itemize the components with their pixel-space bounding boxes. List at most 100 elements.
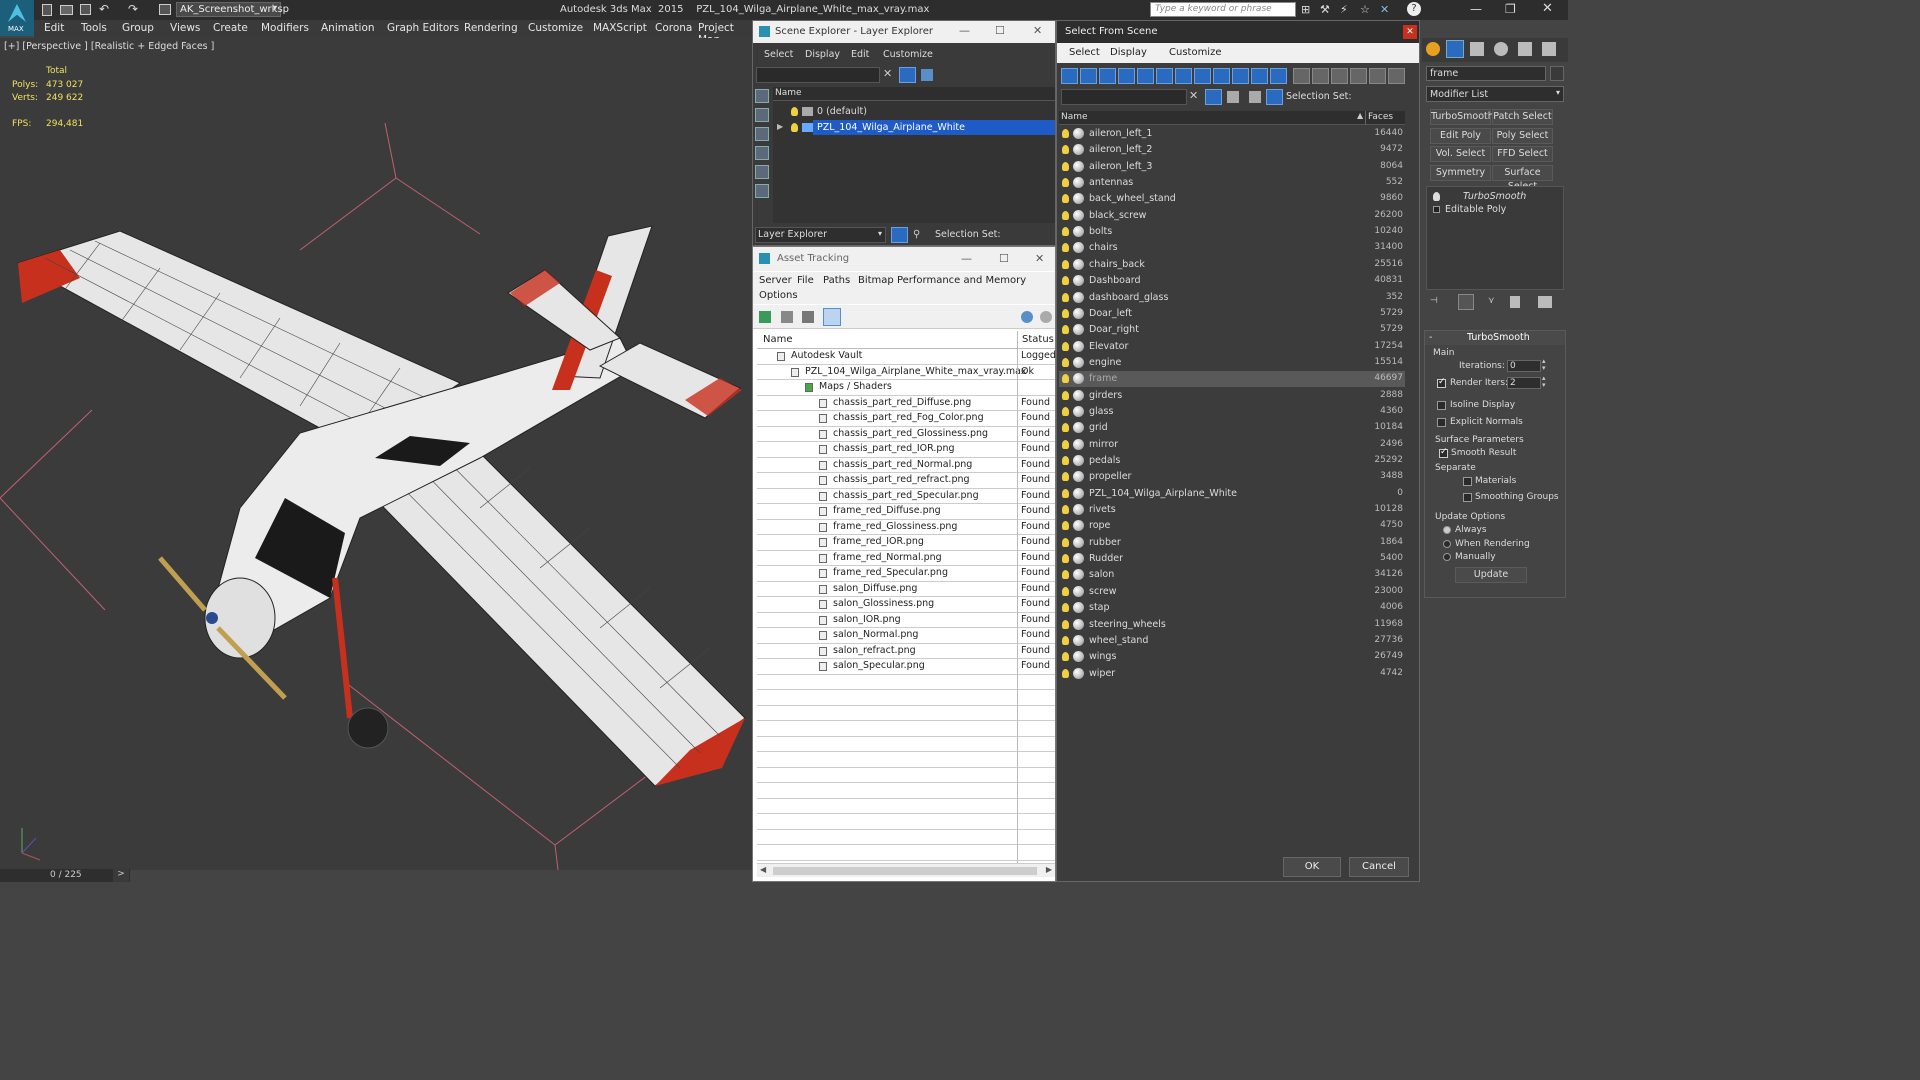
show-end-result-icon[interactable]: [1458, 294, 1474, 310]
menu-customize[interactable]: Customize: [528, 22, 583, 34]
make-unique-icon[interactable]: ⋎: [1488, 296, 1500, 308]
filter-xrefs-icon[interactable]: [1194, 68, 1211, 84]
filter-search-input[interactable]: [756, 67, 880, 83]
motion-tab-icon[interactable]: [1494, 42, 1508, 56]
rollout-header[interactable]: - TurboSmooth: [1425, 331, 1565, 345]
filter-toggle-icon[interactable]: [899, 67, 916, 83]
visibility-bulb-icon[interactable]: [1062, 406, 1069, 416]
visibility-bulb-icon[interactable]: [1062, 456, 1069, 465]
maximize-button[interactable]: ☐: [999, 252, 1009, 265]
visibility-bulb-icon[interactable]: [1062, 243, 1069, 253]
object-row[interactable]: rubber 1864: [1059, 535, 1405, 551]
spinner-arrows-icon[interactable]: ▴ ▾: [1542, 358, 1546, 372]
filter-groups-icon[interactable]: [1175, 68, 1192, 84]
time-slider[interactable]: 0 / 225: [0, 869, 130, 882]
filter-select-none-icon[interactable]: [1369, 68, 1386, 84]
asset-row[interactable]: chassis_part_red_Fog_Color.png Found: [757, 411, 1055, 427]
render-iters-spinner[interactable]: 2: [1507, 377, 1541, 389]
filter-invert-display-icon[interactable]: [1331, 68, 1348, 84]
filter-cameras-icon[interactable]: [1118, 68, 1135, 84]
scroll-left-icon[interactable]: ◀: [760, 865, 766, 874]
asset-row[interactable]: frame_red_IOR.png Found: [757, 535, 1055, 551]
select-from-scene-titlebar[interactable]: Select From Scene ✕: [1057, 21, 1419, 43]
redo-icon[interactable]: ↷: [128, 2, 138, 16]
filter-containers-icon[interactable]: [1232, 68, 1249, 84]
visibility-bulb-icon[interactable]: [1062, 472, 1069, 482]
layer-row[interactable]: ▶ PZL_104_Wilga_Airplane_White: [773, 120, 1055, 135]
filter-bones-icon[interactable]: [1213, 68, 1230, 84]
asset-row[interactable]: chassis_part_red_Specular.png Found: [757, 489, 1055, 504]
visibility-bulb-icon[interactable]: [1062, 292, 1069, 302]
filter-display-none-icon[interactable]: [1312, 68, 1329, 84]
turbosmooth-button[interactable]: TurboSmooth: [1430, 109, 1494, 125]
menu-select[interactable]: Select: [764, 49, 793, 60]
clear-find-icon[interactable]: ✕: [1189, 89, 1198, 102]
minimize-button[interactable]: —: [961, 252, 972, 265]
hierarchy-icon[interactable]: ⚲: [913, 229, 925, 241]
menu-edit[interactable]: Edit: [851, 49, 869, 60]
object-row[interactable]: frame 46697: [1059, 371, 1405, 388]
object-row[interactable]: stap 4006: [1059, 600, 1405, 616]
list-view-icon[interactable]: [781, 311, 793, 323]
visibility-bulb-icon[interactable]: [1062, 374, 1069, 384]
menu-corona[interactable]: Corona: [655, 22, 692, 34]
separate-smoothing-groups-checkbox[interactable]: [1463, 493, 1472, 502]
filter-select-invert-icon[interactable]: [1388, 68, 1405, 84]
smooth-result-checkbox[interactable]: ✓: [1439, 447, 1448, 458]
asset-row[interactable]: chassis_part_red_refract.png Found: [757, 473, 1055, 489]
perspective-viewport[interactable]: [+] [Perspective ] [Realistic + Edged Fa…: [0, 38, 752, 870]
object-name-field[interactable]: frame: [1426, 66, 1546, 81]
symmetry-button[interactable]: Symmetry: [1430, 165, 1491, 181]
menu-customize[interactable]: Customize: [1169, 47, 1222, 58]
visibility-bulb-icon[interactable]: [1062, 357, 1069, 367]
object-row[interactable]: mirror 2496: [1059, 437, 1405, 453]
asset-row[interactable]: chassis_part_red_IOR.png Found: [757, 442, 1055, 458]
asset-row[interactable]: salon_Specular.png Found: [757, 659, 1055, 675]
utilities-tab-icon[interactable]: [1542, 42, 1556, 56]
update-manually-radio[interactable]: [1443, 553, 1451, 561]
restore-window-button[interactable]: ❐: [1505, 2, 1516, 16]
display-lights-icon[interactable]: [755, 127, 769, 141]
modifier-on-bulb-icon[interactable]: [1433, 192, 1440, 201]
spinner-arrows-icon[interactable]: ▴ ▾: [1542, 375, 1546, 389]
menu-options[interactable]: Options: [759, 290, 798, 301]
visibility-bulb-icon[interactable]: [1062, 308, 1069, 318]
object-row[interactable]: PZL_104_Wilga_Airplane_White 0: [1059, 486, 1405, 502]
layer-row[interactable]: 0 (default): [773, 104, 1055, 119]
close-button[interactable]: ✕: [1403, 25, 1417, 39]
object-row[interactable]: chairs_back 25516: [1059, 257, 1405, 273]
open-file-icon[interactable]: [60, 5, 73, 15]
settings-icon[interactable]: [1040, 311, 1052, 323]
tools-icon[interactable]: ⚒: [1320, 3, 1330, 16]
visibility-bulb-icon[interactable]: [1062, 325, 1069, 335]
app-logo[interactable]: MAX: [0, 0, 34, 36]
update-when-rendering-radio[interactable]: [1443, 540, 1451, 548]
save-file-icon[interactable]: [80, 4, 91, 15]
next-frame-button[interactable]: >: [113, 869, 129, 882]
object-row[interactable]: girders 2888: [1059, 388, 1405, 404]
column-divider[interactable]: [1017, 331, 1018, 349]
asset-row[interactable]: PZL_104_Wilga_Airplane_White_max_vray.ma…: [757, 365, 1055, 380]
close-window-button[interactable]: ✕: [1542, 1, 1553, 16]
help-icon[interactable]: [1021, 311, 1033, 323]
visibility-bulb-icon[interactable]: [1062, 488, 1069, 498]
pin-stack-icon[interactable]: ⊣: [1430, 296, 1442, 308]
filter-frozen-icon[interactable]: [1251, 68, 1268, 84]
object-row[interactable]: Rudder 5400: [1059, 551, 1405, 567]
modifier-stack-item[interactable]: Editable Poly: [1427, 203, 1563, 216]
project-folder-icon[interactable]: [159, 4, 171, 15]
favorite-icon[interactable]: ☆: [1360, 3, 1370, 16]
menu-maxscript[interactable]: MAXScript: [593, 22, 647, 34]
hierarchy-toggle-icon[interactable]: [1266, 89, 1283, 105]
menu-rendering[interactable]: Rendering: [464, 22, 518, 34]
filter-display-all-icon[interactable]: [1293, 68, 1310, 84]
new-file-icon[interactable]: [42, 4, 52, 16]
object-row[interactable]: glass 4360: [1059, 404, 1405, 420]
menu-create[interactable]: Create: [213, 22, 248, 34]
object-row[interactable]: antennas 552: [1059, 175, 1405, 191]
column-name-header[interactable]: Name: [763, 334, 793, 345]
surface-select-button[interactable]: Surface Select: [1492, 165, 1553, 192]
help-icon[interactable]: ?: [1407, 2, 1421, 16]
display-geometry-icon[interactable]: [755, 89, 769, 103]
display-tab-icon[interactable]: [1518, 42, 1532, 56]
